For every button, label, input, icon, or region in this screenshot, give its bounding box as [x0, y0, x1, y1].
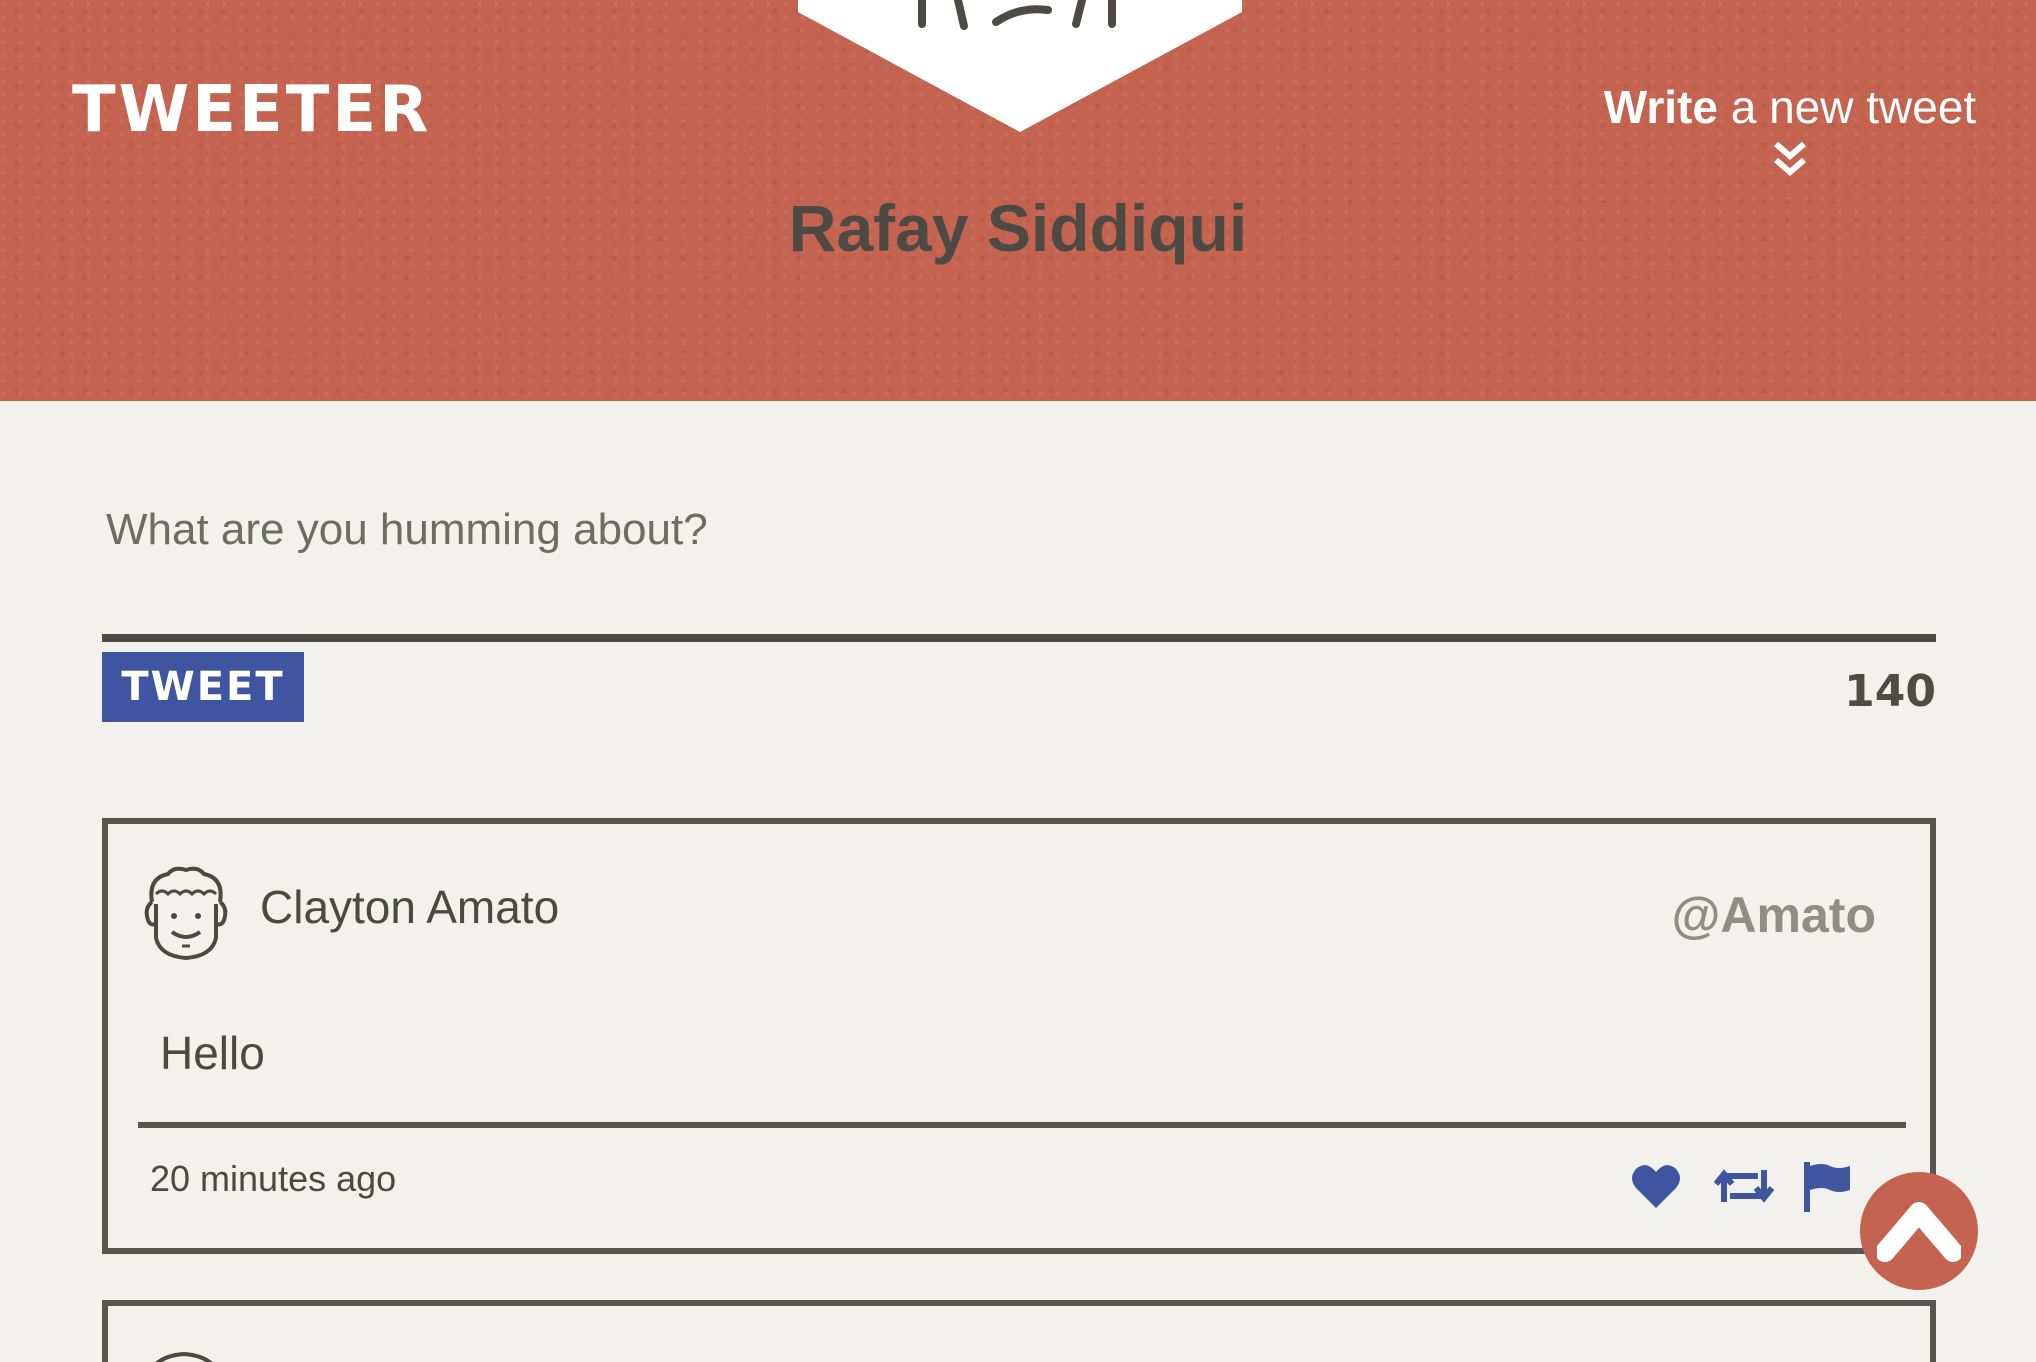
curly-hair-face-icon — [138, 864, 234, 964]
compose-toggle-bold: Write — [1603, 81, 1718, 133]
retweet-icon[interactable] — [1713, 1162, 1775, 1214]
bird-face-icon — [798, 0, 1242, 132]
tweet-card: Clayton Amato @Amato Hello 20 minutes ag… — [102, 818, 1936, 1254]
tweet-submit-button[interactable]: TWEET — [102, 652, 304, 722]
tweet-author-name[interactable]: Clayton Amato — [260, 880, 559, 934]
profile-avatar — [798, 0, 1242, 132]
profile-header: TWEETER Rafay Siddiqui Write a new tweet — [0, 0, 2036, 401]
heart-icon[interactable] — [1630, 1162, 1682, 1214]
write-new-tweet-toggle[interactable]: Write a new tweet — [1590, 84, 1990, 180]
avatar — [142, 1342, 226, 1362]
double-chevron-down-icon — [1772, 140, 1808, 180]
tweet-author-handle[interactable]: @Amato — [1672, 886, 1876, 944]
compose-toggle-rest: a new tweet — [1717, 81, 1977, 133]
page: TWEETER Rafay Siddiqui Write a new tweet — [0, 0, 2036, 1362]
character-counter: 140 — [1844, 666, 1936, 717]
tweet-divider — [138, 1122, 1906, 1128]
profile-name: Rafay Siddiqui — [788, 191, 1248, 265]
flag-icon[interactable] — [1802, 1162, 1852, 1216]
tweet-body: Hello — [160, 1027, 265, 1079]
app-logo[interactable]: TWEETER — [72, 78, 431, 142]
scroll-to-top-button[interactable] — [1860, 1172, 1978, 1290]
tweet-timestamp: 20 minutes ago — [150, 1158, 397, 1199]
chevron-up-icon — [1877, 1202, 1961, 1262]
composer-divider — [102, 634, 1936, 642]
tweet-card — [102, 1300, 1936, 1362]
tweet-actions — [1630, 1162, 1870, 1222]
compose-toggle-label: Write a new tweet — [1590, 84, 1990, 130]
tweet-compose-input[interactable] — [102, 470, 1944, 590]
